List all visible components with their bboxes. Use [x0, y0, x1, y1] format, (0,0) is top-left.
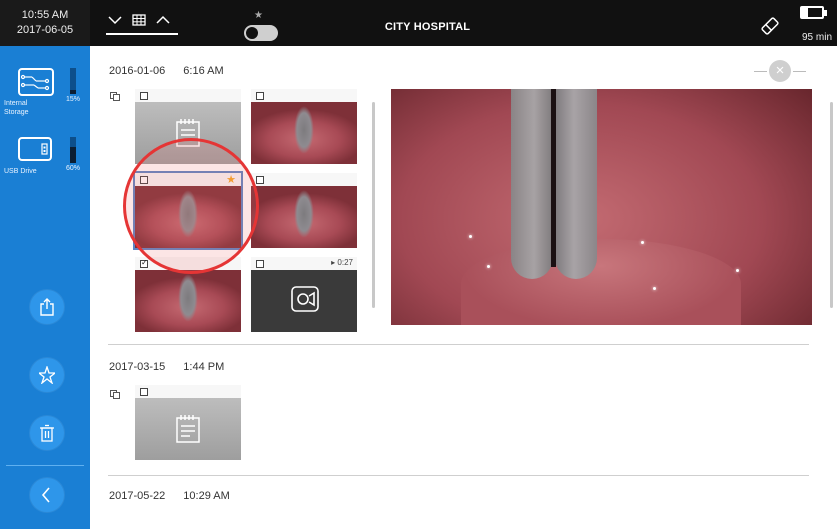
- endoscopy-image: [251, 102, 357, 164]
- thumbnail-checkbox-checked[interactable]: [140, 258, 148, 268]
- app-root: 10:55 AM 2017-06-05 ★ CITY HOSPITAL 95 m…: [0, 0, 837, 529]
- clock: 10:55 AM 2017-06-05: [0, 0, 90, 46]
- preview-image[interactable]: [391, 89, 812, 325]
- usb-drive-icon: [18, 137, 52, 161]
- clock-time: 10:55 AM: [21, 9, 69, 21]
- internal-storage-icon: [18, 68, 54, 96]
- close-line-right: [793, 71, 806, 72]
- session-date: 2017-03-15: [109, 361, 166, 373]
- thumbnail-video[interactable]: ▸ 0:27: [251, 257, 357, 332]
- storage-percent: 60%: [66, 165, 81, 172]
- thumbnail-checkbox[interactable]: [140, 92, 148, 100]
- session-header: 2017-03-15 1:44 PM: [109, 361, 224, 373]
- notepad-icon: [176, 415, 200, 443]
- session-time: 1:44 PM: [183, 361, 225, 373]
- sidebar-divider: [6, 465, 84, 466]
- export-button[interactable]: [30, 290, 64, 324]
- page-title: CITY HOSPITAL: [384, 21, 471, 33]
- star-icon: ★: [254, 10, 263, 21]
- endoscopy-image: [251, 186, 357, 248]
- back-icon: [41, 487, 50, 503]
- toggle-knob[interactable]: [246, 27, 258, 39]
- session-date: 2017-05-22: [109, 490, 166, 502]
- storage-internal[interactable]: 15% Internal Storage: [0, 68, 90, 138]
- back-button[interactable]: [30, 478, 64, 512]
- session-time: 10:29 AM: [183, 490, 230, 502]
- thumbnail-image-selected[interactable]: ★: [133, 171, 243, 250]
- session-divider: [108, 344, 809, 345]
- thumbnail-note[interactable]: [135, 385, 241, 460]
- storage-usb[interactable]: 60% USB Drive: [0, 137, 90, 207]
- video-duration: ▸ 0:27: [331, 258, 353, 267]
- star-icon: ★: [226, 174, 236, 186]
- trash-icon: [40, 424, 54, 442]
- thumbnail-image[interactable]: [135, 257, 241, 332]
- delete-button[interactable]: [30, 416, 64, 450]
- battery-time: 95 min: [801, 32, 832, 43]
- storage-percent: 15%: [66, 96, 81, 103]
- note-thumbnail: [135, 102, 241, 164]
- note-thumbnail: [135, 398, 241, 460]
- thumbnail-image[interactable]: [251, 173, 357, 248]
- main-content: 2016-01-06 6:16 AM ★ ▸ 0:27: [90, 46, 837, 529]
- video-thumbnail: [251, 270, 357, 332]
- close-preview-button[interactable]: ×: [769, 60, 791, 82]
- favorite-button[interactable]: [30, 358, 64, 392]
- video-camera-icon: [291, 286, 319, 312]
- multi-select-icon[interactable]: [110, 390, 122, 400]
- endoscopy-image: [135, 270, 241, 332]
- grid-icon[interactable]: [132, 14, 146, 29]
- session-divider: [108, 475, 809, 476]
- favorites-toggle[interactable]: ★: [244, 10, 278, 42]
- close-line-left: [754, 71, 767, 72]
- storage-label: USB Drive: [4, 168, 37, 175]
- thumbnail-scrollbar[interactable]: [372, 102, 375, 308]
- notepad-icon: [176, 119, 200, 147]
- preview-scrollbar[interactable]: [830, 102, 833, 308]
- thumbnail-checkbox[interactable]: [256, 260, 264, 268]
- storage-meter: [70, 137, 76, 163]
- storage-label: Internal Storage: [4, 100, 29, 116]
- star-icon: [39, 366, 55, 384]
- thumbnail-image[interactable]: [251, 89, 357, 164]
- view-selector-underline: [106, 33, 178, 35]
- export-icon: [40, 298, 54, 316]
- storage-meter: [70, 68, 76, 94]
- chevron-down-icon[interactable]: [108, 14, 122, 28]
- eraser-icon[interactable]: [758, 14, 782, 38]
- session-time: 6:16 AM: [183, 65, 224, 77]
- chevron-up-icon[interactable]: [156, 14, 170, 28]
- thumbnail-note[interactable]: [135, 89, 241, 164]
- sidebar: 15% Internal Storage 60% USB Drive: [0, 46, 90, 529]
- endoscopy-image: [135, 186, 241, 248]
- multi-select-icon[interactable]: [110, 92, 122, 102]
- top-bar: 10:55 AM 2017-06-05 ★ CITY HOSPITAL 95 m…: [0, 0, 837, 46]
- view-selector[interactable]: [104, 12, 178, 38]
- thumbnail-checkbox[interactable]: [256, 92, 264, 100]
- session-date: 2016-01-06: [109, 65, 166, 77]
- session-header: 2017-05-22 10:29 AM: [109, 490, 230, 502]
- thumbnail-checkbox[interactable]: [140, 388, 148, 396]
- battery-icon: [800, 6, 830, 22]
- clock-date: 2017-06-05: [16, 24, 74, 36]
- thumbnail-checkbox[interactable]: [256, 176, 264, 184]
- session-header: 2016-01-06 6:16 AM: [109, 65, 224, 77]
- thumbnail-checkbox[interactable]: [140, 176, 148, 184]
